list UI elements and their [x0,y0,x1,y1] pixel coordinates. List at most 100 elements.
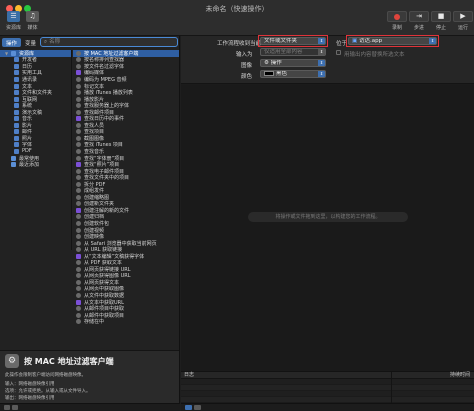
step-label: 步进 [413,25,424,31]
color-select[interactable]: 黑色 ⇕ [260,70,326,78]
application-select[interactable]: ▣ 访达.app ⇕ [348,37,437,45]
category-icon [14,129,19,135]
media-toolbar-button[interactable]: ♫ 媒体 [26,11,39,31]
variable-view-button[interactable] [194,405,201,410]
action-icon [76,148,81,154]
action-icon [76,253,81,259]
category-label: 字体 [22,142,33,149]
action-icon [76,63,81,69]
action-icon [76,129,81,135]
category-icon [14,57,19,63]
description-title: 按 MAC 地址过滤客户端 [24,356,114,366]
stop-button[interactable]: ■ 停止 [430,11,452,31]
action-icon [76,214,81,220]
highlight-frame [258,35,328,47]
action-icon [76,96,81,102]
action-list: 按 MAC 地址过滤客户端 按名称排列查找器 按文件名过滤字体 编码媒体 编码为 MPE… [73,50,179,350]
input-is-select[interactable]: 仅适用全部内容 ⇕ [260,48,326,56]
column-divider [391,372,392,404]
tab-actions[interactable]: 操作 [2,38,22,47]
action-icon [76,116,81,122]
category-item[interactable]: 最近添加 [0,161,71,168]
media-label: 媒体 [27,25,38,31]
stop-icon: ■ [431,11,451,22]
action-icon [76,286,81,292]
category-icon [14,109,19,115]
category-icon [14,63,19,69]
category-icon [14,135,19,141]
finder-icon: ▣ [352,38,358,44]
record-icon [387,11,407,22]
info-button[interactable] [4,405,10,410]
search-field[interactable]: ⌕ 名称 [40,37,178,47]
action-icon [76,266,81,272]
folder-icon [11,162,16,168]
action-icon [76,57,81,63]
title-bar: 未命名（快速操作） ☰ 资源库 ♫ 媒体 录制 ⇥ 步进 ■ 停止 ▶ 运行 [0,0,474,36]
run-button[interactable]: ▶ 运行 [452,11,474,31]
input-is-value: 仅适用全部内容 [264,49,303,55]
color-value: 黑色 [276,71,288,77]
category-icon [14,90,19,96]
replace-label: 用输出内容替换所选文本 [344,52,405,58]
action-icon [76,207,81,213]
action-icon [76,175,81,181]
library-toolbar-button[interactable]: ☰ 资源库 [6,11,21,31]
description-line: 此操作会限制客户端访问网络磁盘映像。 [5,373,86,378]
step-button[interactable]: ⇥ 步进 [408,11,430,31]
action-icon [76,109,81,115]
application-value: 访达.app [358,38,383,44]
action-icon [76,168,81,174]
library-pane: 操作 变量 ⌕ 名称 ▼ 资源库 开发者 日历 实用工具 通讯录 文本 文件和文件夹 互联网 系统演… [0,36,180,411]
workflow-view-button[interactable] [185,405,192,410]
action-icon [76,103,81,109]
stop-label: 停止 [435,25,446,31]
receives-label: 工作流程收到当前 [217,41,262,47]
record-button[interactable]: 录制 [386,11,408,31]
category-icon [14,142,19,148]
duration-column-header[interactable]: 持续时间 [450,372,470,379]
workflow-canvas[interactable]: 将操作或文件拖到这里，以构建您的工作流程。 [181,85,474,371]
action-icon [76,135,81,141]
action-icon [76,201,81,207]
category-icon [14,116,19,122]
action-icon [76,76,81,82]
category-label: PDF [22,148,32,155]
description-line: 选项：允许或拒绝。从输入或从文件导入。 [5,389,91,394]
action-icon [76,306,81,312]
action-icon [76,90,81,96]
run-label: 运行 [457,25,468,31]
step-icon: ⇥ [409,11,429,22]
action-icon [76,227,81,233]
action-icon [76,299,81,305]
replace-checkbox[interactable] [336,50,341,55]
disclosure-triangle-icon[interactable]: ▼ [5,51,9,56]
log-panel: 日志 持续时间 [181,371,474,404]
input-is-label: 输入为 [236,52,253,58]
folder-icon [11,50,16,56]
category-label: 最近添加 [19,162,40,168]
chevron-updown-icon: ⇕ [429,38,436,44]
action-icon [76,293,81,298]
action-icon [76,162,81,168]
log-column-header[interactable]: 日志 [184,372,194,379]
media-icon: ♫ [26,11,39,22]
library-label: 资源库 [6,25,22,31]
category-icon [14,148,19,154]
library-icon: ☰ [7,11,20,22]
tab-variables[interactable]: 变量 [21,38,40,47]
category-list: ▼ 资源库 开发者 日历 实用工具 通讯录 文本 文件和文件夹 互联网 系统 演示文稿 音乐 影片 邮件照… [0,50,72,250]
gear-icon: ⚙ [264,60,269,66]
category-icon [14,76,19,82]
action-label: 存储在中 [84,319,105,325]
run-controls: 录制 ⇥ 步进 ■ 停止 ▶ 运行 [386,11,474,31]
action-item[interactable]: 存储在中 [73,318,179,325]
chevron-updown-icon: ⇕ [318,60,325,66]
action-icon [76,273,81,279]
action-icon [76,194,81,200]
library-tabs: 操作 变量 [2,38,40,47]
image-select[interactable]: ⚙ 操作 ⇕ [260,59,326,67]
category-icon [14,96,19,102]
log-header: 日志 持续时间 [181,372,474,379]
show-description-button[interactable] [12,405,18,410]
